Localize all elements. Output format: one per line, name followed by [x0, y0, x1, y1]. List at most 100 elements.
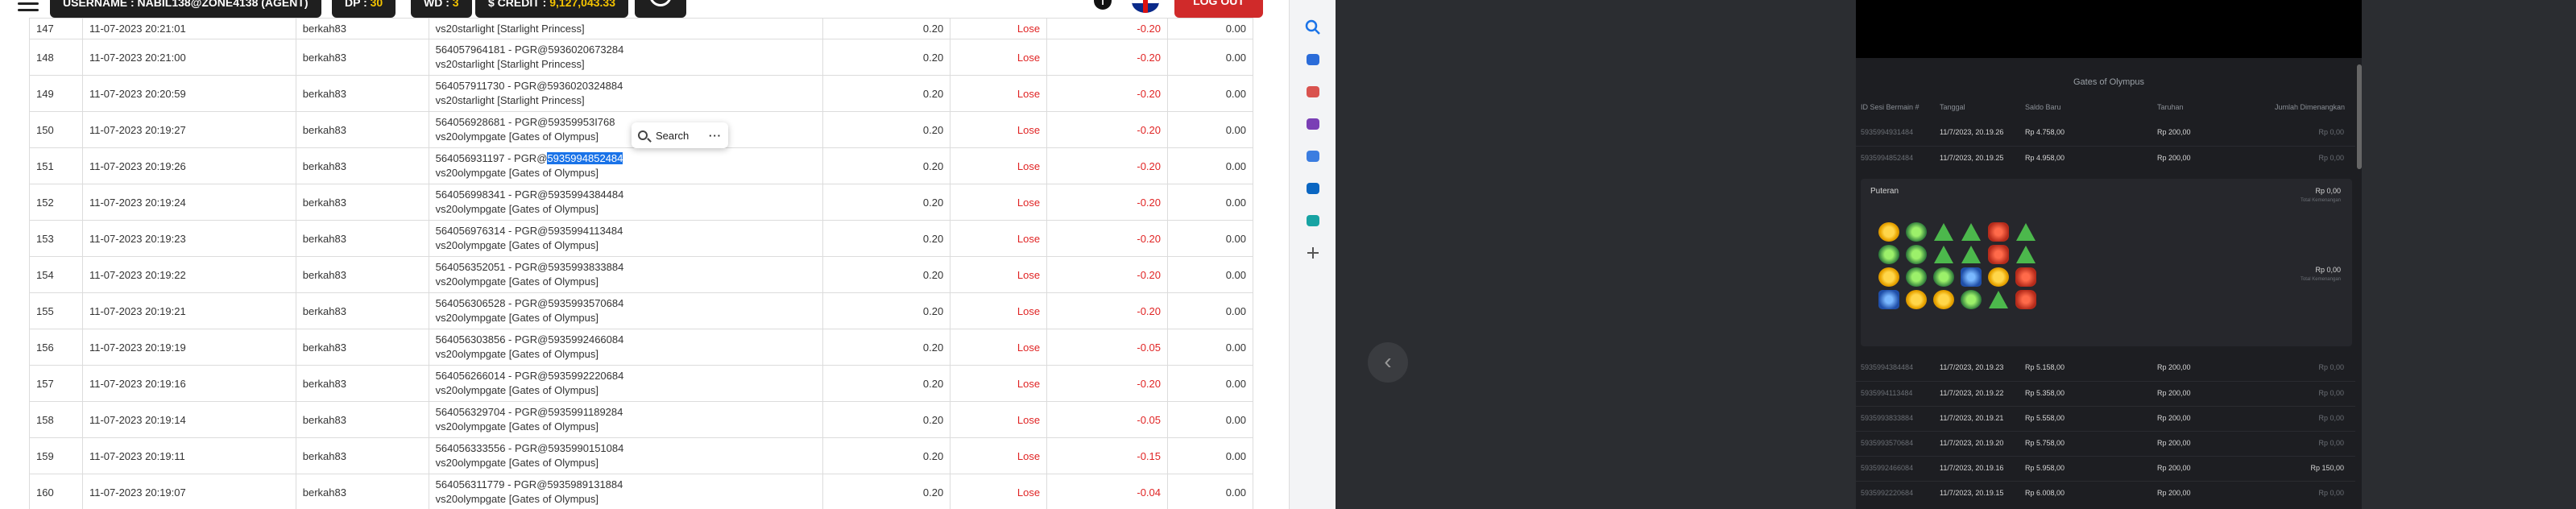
- row-win-loss: -0.20: [1046, 39, 1169, 76]
- username-box: USERNAME : NABIL138@ZONE4138 (AGENT): [50, 0, 321, 18]
- row-bet-amount: 0.20: [822, 18, 951, 39]
- session-id: 5935994931484: [1861, 128, 1914, 136]
- game-history-row[interactable]: 5935992466084 11/7/2023, 20.19.16 Rp 5.958…: [1856, 456, 2355, 478]
- people-icon[interactable]: [1305, 116, 1321, 132]
- row-status: Lose: [950, 111, 1048, 148]
- row-date: 11-07-2023 20:19:23: [81, 220, 296, 257]
- screen: USERNAME : NABIL138@ZONE4138 (AGENT) DP …: [0, 0, 2576, 509]
- session-win: Rp 0,00: [2318, 128, 2344, 136]
- row-number: 150: [29, 111, 83, 148]
- row-status: Lose: [950, 39, 1048, 76]
- more-icon[interactable]: ···: [709, 130, 722, 142]
- reference-id: 564056333556 - PGR@5935990151084: [435, 442, 624, 454]
- row-balance: 0.00: [1167, 437, 1253, 474]
- session-win: Rp 0,00: [2318, 489, 2344, 497]
- info-icon[interactable]: i: [1094, 0, 1112, 10]
- reference-id: 564056266014 - PGR@5935992220684: [435, 370, 624, 382]
- refresh-icon[interactable]: [649, 0, 672, 6]
- session-date: 11/7/2023, 20.19.20: [1940, 439, 2004, 447]
- row-status: Lose: [950, 437, 1048, 474]
- session-bet: Rp 200,00: [2157, 464, 2191, 472]
- outlook-icon[interactable]: [1305, 180, 1321, 197]
- wd-label: WD :: [424, 0, 449, 9]
- dp-box: DP : 30: [332, 0, 396, 18]
- session-balance: Rp 4.958,00: [2025, 154, 2065, 162]
- session-win: Rp 150,00: [2310, 464, 2344, 472]
- row-win-loss: -0.20: [1046, 147, 1169, 184]
- back-arrow-icon[interactable]: ‹: [1368, 342, 1408, 383]
- shopping-icon[interactable]: [1305, 213, 1321, 229]
- table-row: 152 11-07-2023 20:19:24 berkah83 5640569983…: [29, 184, 1253, 221]
- selected-text[interactable]: 5935994852484: [547, 152, 623, 164]
- search-popup[interactable]: Search ···: [632, 122, 728, 148]
- row-bet-amount: 0.20: [822, 39, 951, 76]
- row-date: 11-07-2023 20:19:27: [81, 111, 296, 148]
- report-panel: USERNAME : NABIL138@ZONE4138 (AGENT) DP …: [0, 0, 1289, 509]
- row-reference: 564057911730 - PGR@5936020324884 vs20star…: [428, 75, 824, 112]
- session-date: 11/7/2023, 20.19.16: [1940, 464, 2004, 472]
- game-history-row[interactable]: 5935994852484 11/7/2023, 20.19.25 Rp 4.958…: [1856, 146, 2355, 168]
- game-history-row[interactable]: 5935994384484 11/7/2023, 20.19.23 Rp 5.158…: [1856, 356, 2355, 379]
- row-win-loss: -0.20: [1046, 220, 1169, 257]
- green-gem-symbol-icon: [2016, 223, 2036, 241]
- game-history-row[interactable]: 5935994113484 11/7/2023, 20.19.22 Rp 5.358…: [1856, 381, 2355, 403]
- row-bet-amount: 0.20: [822, 111, 951, 148]
- reference-id: 564057911730 - PGR@5936020324884: [435, 80, 623, 92]
- row-bet-amount: 0.20: [822, 292, 951, 329]
- tag-icon[interactable]: [1305, 52, 1321, 68]
- row-win-loss: -0.20: [1046, 111, 1169, 148]
- game-title: Gates of Olympus: [2073, 77, 2145, 87]
- row-username: berkah83: [295, 75, 429, 112]
- game-name: vs20olympgate [Gates of Olympus]: [435, 239, 598, 251]
- row-number: 152: [29, 184, 83, 221]
- table-row: 149 11-07-2023 20:20:59 berkah83 5640579117…: [29, 75, 1253, 112]
- row-reference: 564056333556 - PGR@5935990151084 vs20olym…: [428, 437, 824, 474]
- row-balance: 0.00: [1167, 111, 1253, 148]
- uk-flag-icon[interactable]: [1132, 0, 1159, 13]
- session-id: 5935994384484: [1861, 363, 1914, 371]
- row-win-loss: -0.05: [1046, 401, 1169, 438]
- session-bet: Rp 200,00: [2157, 389, 2191, 397]
- menu-icon[interactable]: [18, 0, 39, 11]
- goblet-symbol-icon: [1906, 267, 1927, 287]
- row-win-loss: -0.05: [1046, 329, 1169, 366]
- credit-box: $ CREDIT : 9,127,043.33: [475, 0, 628, 18]
- row-reference: 564056306528 - PGR@5935993570684 vs20olym…: [428, 292, 824, 329]
- table-row: 154 11-07-2023 20:19:22 berkah83 5640563520…: [29, 256, 1253, 293]
- session-balance: Rp 5.158,00: [2025, 363, 2065, 371]
- table-row: 148 11-07-2023 20:21:00 berkah83 5640579641…: [29, 39, 1253, 76]
- session-balance: Rp 4.758,00: [2025, 128, 2065, 136]
- game-history-row[interactable]: 5935993570684 11/7/2023, 20.19.20 Rp 5.758…: [1856, 431, 2355, 453]
- session-date: 11/7/2023, 20.19.15: [1940, 489, 2004, 497]
- game-name: vs20olympgate [Gates of Olympus]: [435, 457, 598, 469]
- game-history-row[interactable]: 5935994931484 11/7/2023, 20.19.26 Rp 4.758…: [1856, 121, 2355, 143]
- row-username: berkah83: [295, 220, 429, 257]
- game-history-row[interactable]: 5935992220684 11/7/2023, 20.19.15 Rp 6.008…: [1856, 481, 2355, 503]
- green-gem-symbol-icon: [1989, 291, 2008, 308]
- row-number: 160: [29, 474, 83, 509]
- row-date: 11-07-2023 20:19:11: [81, 437, 296, 474]
- row-reference: 564057964181 - PGR@5936020673284 vs20star…: [428, 39, 824, 76]
- row-balance: 0.00: [1167, 292, 1253, 329]
- session-win: Rp 0,00: [2318, 439, 2344, 447]
- row-reference: 564056266014 - PGR@5935992220684 vs20olym…: [428, 365, 824, 402]
- game-name: vs20olympgate [Gates of Olympus]: [435, 275, 598, 288]
- copilot-icon[interactable]: [1305, 148, 1321, 164]
- goblet-symbol-icon: [1906, 245, 1927, 264]
- session-id: 5935994852484: [1861, 154, 1914, 162]
- session-date: 11/7/2023, 20.19.23: [1940, 363, 2004, 371]
- col-header-saldo: Saldo Baru: [2025, 103, 2061, 111]
- table-row: 157 11-07-2023 20:19:16 berkah83 5640562660…: [29, 365, 1253, 402]
- briefcase-icon[interactable]: [1305, 84, 1321, 100]
- row-bet-amount: 0.20: [822, 75, 951, 112]
- row-bet-amount: 0.20: [822, 329, 951, 366]
- row-number: 157: [29, 365, 83, 402]
- add-icon[interactable]: [1305, 245, 1321, 261]
- search-icon[interactable]: [1305, 19, 1321, 35]
- row-date: 11-07-2023 20:21:00: [81, 39, 296, 76]
- logout-button[interactable]: LOG OUT: [1174, 0, 1263, 18]
- game-history-row[interactable]: 5935993833884 11/7/2023, 20.19.21 Rp 5.558…: [1856, 406, 2355, 428]
- reference-id: 564056311779 - PGR@5935989131884: [435, 478, 623, 490]
- session-id: 5935993833884: [1861, 414, 1914, 422]
- row-bet-amount: 0.20: [822, 437, 951, 474]
